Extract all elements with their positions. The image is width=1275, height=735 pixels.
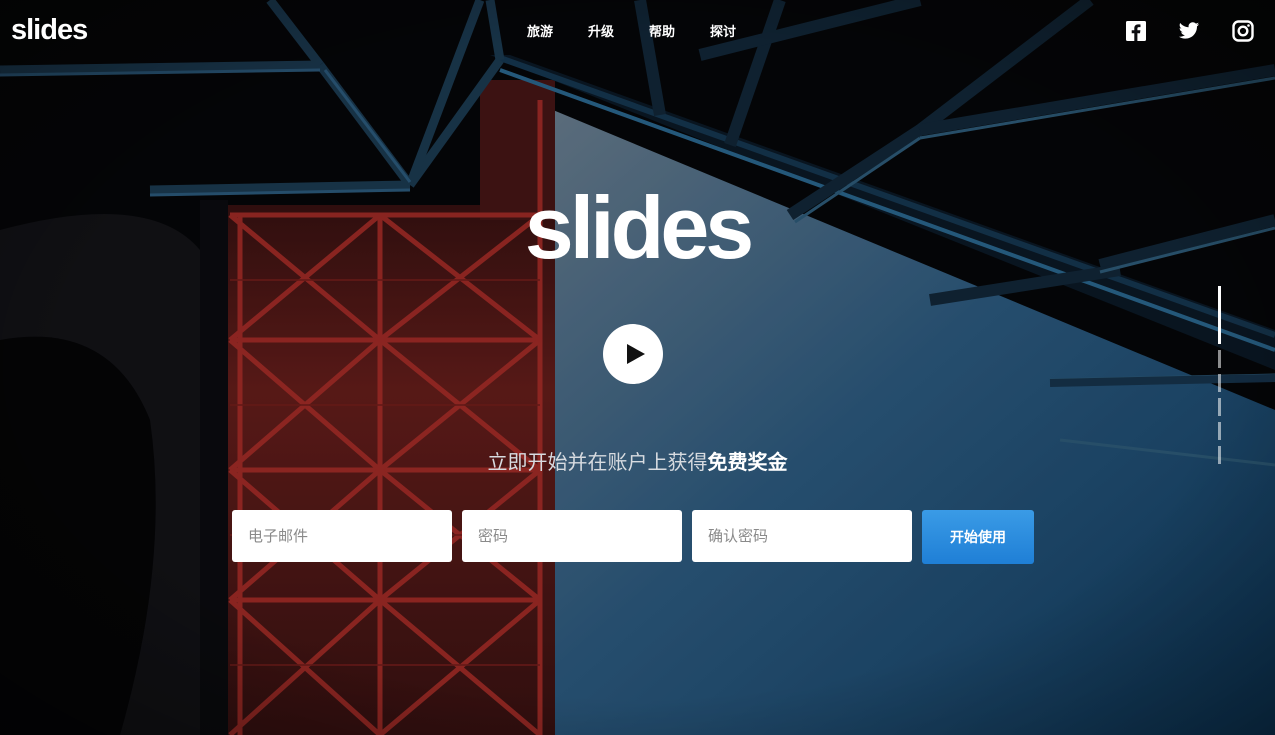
nav-item-discuss[interactable]: 探讨 [698, 24, 748, 41]
instagram-icon[interactable] [1232, 20, 1254, 42]
play-button[interactable] [603, 324, 663, 384]
nav-item-upgrade[interactable]: 升级 [576, 24, 626, 41]
password-field[interactable] [462, 510, 682, 562]
tagline-text: 立即开始并在账户上获得 [487, 450, 708, 474]
pager-dot[interactable] [1218, 398, 1221, 416]
pager-dot[interactable] [1218, 350, 1221, 368]
facebook-icon[interactable] [1125, 20, 1147, 42]
pager-dot[interactable] [1218, 446, 1221, 464]
pager-dot[interactable] [1218, 422, 1221, 440]
get-started-button[interactable]: 开始使用 [922, 510, 1034, 564]
main-nav: 旅游 升级 帮助 探讨 [515, 24, 759, 41]
confirm-password-field[interactable] [692, 510, 912, 562]
hero-tagline: 立即开始并在账户上获得免费奖金 [0, 448, 1275, 476]
email-field[interactable] [232, 510, 452, 562]
nav-item-help[interactable]: 帮助 [637, 24, 687, 41]
play-icon [627, 344, 645, 364]
nav-item-tour[interactable]: 旅游 [515, 24, 565, 41]
brand-logo[interactable]: slides [11, 12, 88, 48]
top-navigation-bar: slides 旅游 升级 帮助 探讨 [0, 0, 1275, 64]
pager-dot[interactable] [1218, 374, 1221, 392]
landing-page: slides 旅游 升级 帮助 探讨 slides 立即开始并在账户上获得免费奖… [0, 0, 1275, 735]
hero-logo: slides [524, 178, 754, 277]
tagline-highlight: 免费奖金 [707, 450, 788, 474]
pager-dot[interactable] [1218, 286, 1221, 344]
twitter-icon[interactable] [1178, 20, 1200, 42]
